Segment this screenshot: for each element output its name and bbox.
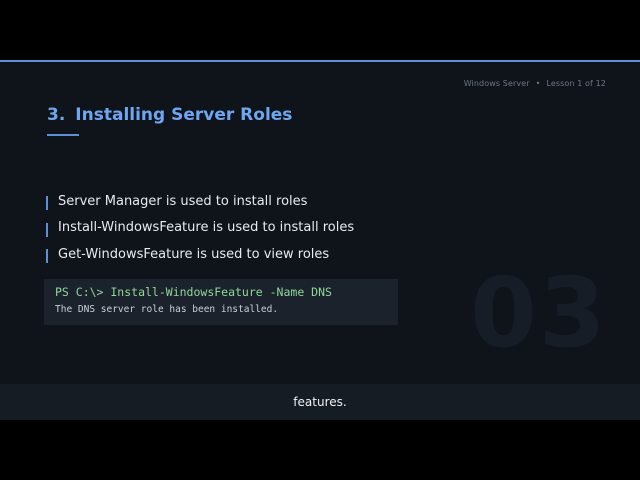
- bullet-text: Install-WindowsFeature is used to instal…: [58, 220, 355, 236]
- list-item: Server Manager is used to install roles: [46, 188, 354, 215]
- bullet-marker: [46, 196, 48, 211]
- slide-title: 3. Installing Server Roles: [47, 105, 292, 125]
- bullet-marker: [46, 222, 48, 237]
- lesson-meta: Windows Server • Lesson 1 of 12: [464, 79, 606, 88]
- slide-number-watermark: 03: [470, 257, 608, 369]
- bullet-list: Server Manager is used to install roles …: [46, 188, 354, 268]
- list-item: Install-WindowsFeature is used to instal…: [46, 215, 354, 242]
- slide: Windows Server • Lesson 1 of 12 3. Installi…: [0, 60, 640, 384]
- caption-text: features.: [293, 395, 347, 409]
- course-name: Windows Server: [463, 79, 530, 88]
- lesson-progress: Lesson 1 of 12: [546, 79, 606, 88]
- caption-bar: features.: [0, 384, 640, 420]
- meta-separator: •: [535, 79, 541, 88]
- title-underline: [47, 134, 79, 136]
- bullet-marker: [46, 249, 48, 264]
- letterbox-top: [0, 0, 640, 60]
- list-item: Get-WindowsFeature is used to view roles: [46, 241, 354, 268]
- terminal-output: The DNS server role has been installed.: [55, 304, 279, 315]
- terminal-block: PS C:\> Install-WindowsFeature -Name DNS…: [44, 279, 398, 325]
- slide-title-text: Installing Server Roles: [75, 105, 293, 125]
- slide-accent-line: [0, 60, 640, 62]
- slide-number: 3.: [47, 105, 66, 125]
- letterbox-bottom: [0, 420, 640, 480]
- bullet-text: Get-WindowsFeature is used to view roles: [58, 246, 330, 262]
- terminal-command: PS C:\> Install-WindowsFeature -Name DNS: [55, 285, 332, 299]
- bullet-text: Server Manager is used to install roles: [58, 193, 308, 209]
